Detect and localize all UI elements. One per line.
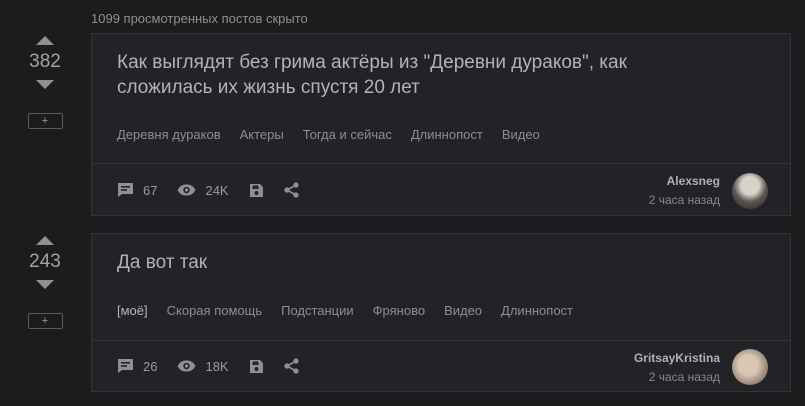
save-icon (249, 183, 263, 197)
tag-link[interactable]: [моё] (117, 303, 148, 318)
downvote-icon[interactable] (36, 80, 54, 89)
tag-link[interactable]: Фряново (373, 303, 425, 318)
views-stat: 24K (177, 182, 229, 198)
upvote-icon[interactable] (36, 36, 54, 45)
save-icon (249, 359, 263, 373)
card-divider (92, 163, 790, 164)
post-title[interactable]: Да вот так (117, 250, 207, 275)
author-name[interactable]: GritsayKristina (634, 351, 720, 365)
tag-link[interactable]: Видео (444, 303, 482, 318)
share-button[interactable] (284, 182, 299, 198)
post-rating: 382 (29, 51, 61, 72)
comments-stat[interactable]: 26 (117, 358, 157, 374)
vote-panel-1: 382 + (26, 36, 64, 129)
tag-link[interactable]: Деревня дураков (117, 127, 221, 142)
post-time: 2 часа назад (648, 193, 720, 207)
share-icon (284, 182, 299, 198)
views-stat: 18K (177, 358, 229, 374)
hidden-posts-note: 1099 просмотренных постов скрыто (91, 11, 308, 26)
downvote-icon[interactable] (36, 280, 54, 289)
plus-button[interactable]: + (27, 313, 63, 329)
comments-count: 67 (143, 182, 158, 198)
author-name[interactable]: Alexsneg (649, 174, 720, 188)
tag-link[interactable]: Актеры (240, 127, 284, 142)
tag-link[interactable]: Подстанции (281, 303, 354, 318)
save-button[interactable] (249, 183, 264, 198)
post-title[interactable]: Как выглядят без грима актёры из "Деревн… (117, 50, 717, 100)
comments-stat[interactable]: 67 (117, 182, 157, 198)
comments-count: 26 (143, 358, 158, 374)
vote-panel-2: 243 + (26, 236, 64, 329)
share-icon (284, 358, 299, 374)
author-block: GritsayKristina 2 часа назад (634, 351, 720, 384)
post-tags: Деревня дураков Актеры Тогда и сейчас Дл… (117, 127, 559, 142)
tag-link[interactable]: Тогда и сейчас (303, 127, 392, 142)
tag-link[interactable]: Видео (502, 127, 540, 142)
card-divider (92, 340, 790, 341)
tag-link[interactable]: Длиннопост (501, 303, 573, 318)
post-tags: [моё] Скорая помощь Подстанции Фряново В… (117, 303, 592, 318)
post-stats: 67 24K (117, 182, 319, 198)
post-card-2: Да вот так [моё] Скорая помощь Подстанци… (91, 233, 791, 392)
comment-icon (118, 183, 133, 197)
views-count: 18K (205, 358, 229, 374)
tag-link[interactable]: Скорая помощь (167, 303, 262, 318)
save-button[interactable] (249, 359, 264, 374)
eye-icon (177, 184, 196, 196)
post-rating: 243 (29, 251, 61, 272)
post-stats: 26 18K (117, 358, 319, 374)
plus-button[interactable]: + (27, 113, 63, 129)
author-block: Alexsneg 2 часа назад (649, 174, 720, 207)
comment-icon (118, 359, 133, 373)
post-card-1: Как выглядят без грима актёры из "Деревн… (91, 33, 791, 216)
upvote-icon[interactable] (36, 236, 54, 245)
views-count: 24K (205, 182, 229, 198)
share-button[interactable] (284, 358, 299, 374)
avatar[interactable] (732, 173, 768, 209)
eye-icon (177, 360, 196, 372)
avatar[interactable] (732, 349, 768, 385)
tag-link[interactable]: Длиннопост (411, 127, 483, 142)
post-time: 2 часа назад (648, 370, 720, 384)
